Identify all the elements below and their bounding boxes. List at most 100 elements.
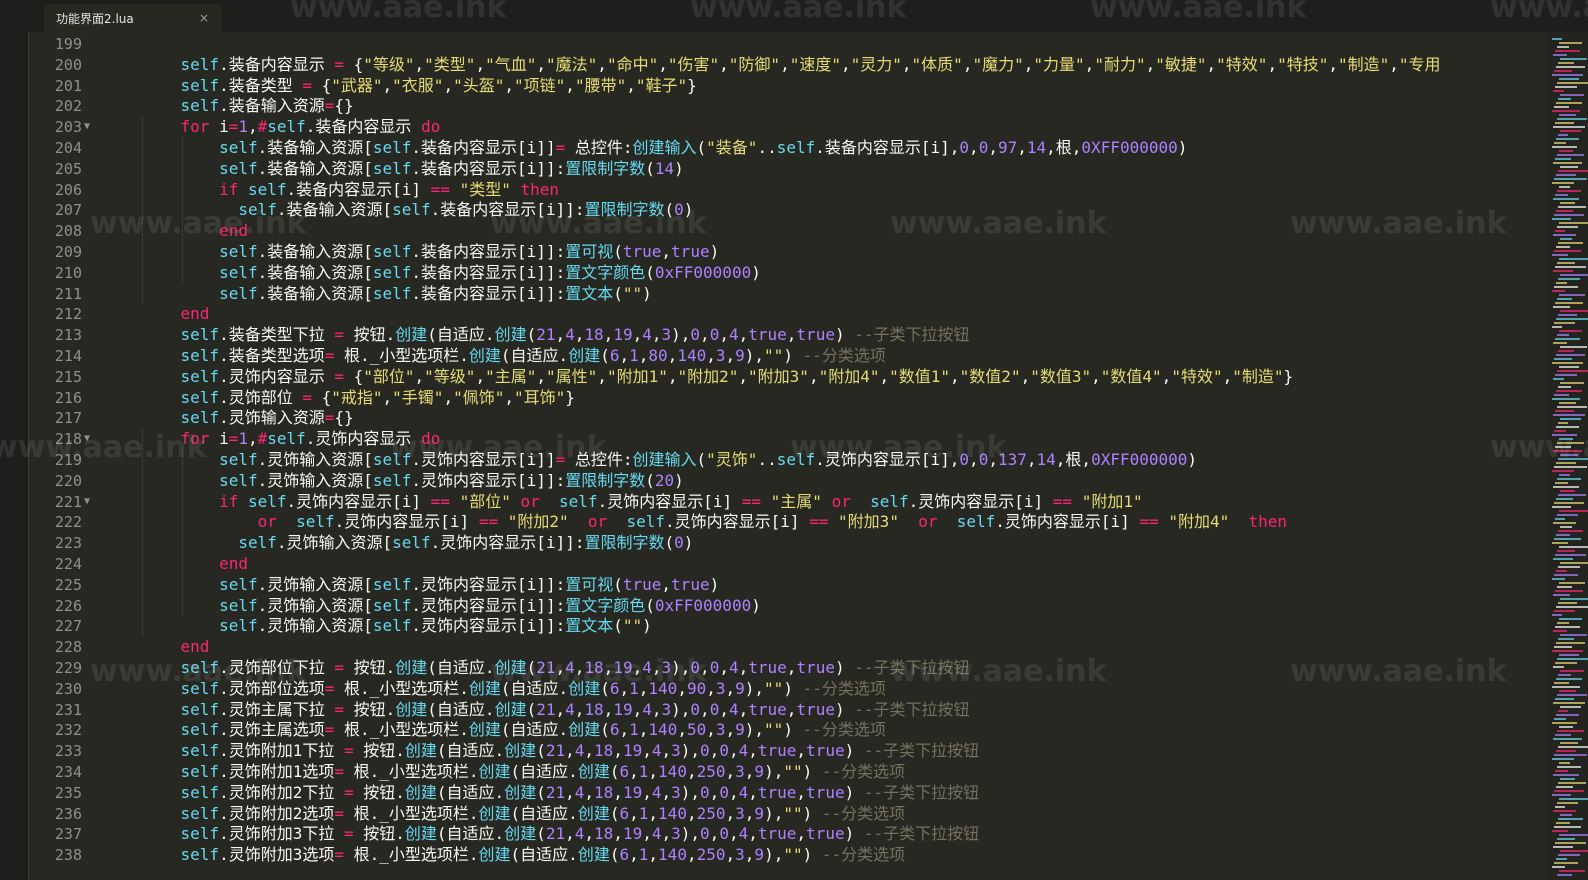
code-token: "附加1" — [606, 366, 668, 386]
line-number: 219 — [54, 451, 82, 469]
code-token: ( — [696, 138, 707, 157]
minimap-line — [1553, 54, 1567, 56]
code-token: , — [709, 782, 720, 802]
code-token: .装备内容显示 — [305, 117, 422, 137]
code-token: self — [776, 450, 816, 469]
code-token: 创建 — [404, 824, 437, 844]
code-token: "制造" — [1232, 366, 1284, 386]
minimap-line — [1558, 278, 1580, 280]
code-token: , — [536, 54, 547, 74]
close-icon[interactable]: × — [194, 11, 214, 25]
code-token: 0xFF000000 — [654, 595, 752, 615]
code-token: "灵饰" — [706, 450, 758, 469]
minimap-line — [1555, 698, 1574, 700]
minimap-line — [1552, 830, 1568, 832]
code-token: = — [228, 117, 239, 137]
code-token: self — [180, 75, 220, 95]
code-token: true — [757, 741, 797, 761]
code-token: .装备内容显示[i] — [286, 179, 431, 199]
code-token: .灵饰附加2下拉 — [219, 782, 344, 802]
code-token: , — [1023, 54, 1034, 74]
minimap-line — [1559, 834, 1588, 836]
code-token: = — [302, 75, 312, 95]
fold-arrow-icon[interactable]: ▼ — [84, 117, 94, 137]
line-number: 206 — [54, 180, 82, 199]
minimap-line — [1554, 214, 1584, 216]
code-token: , — [565, 782, 575, 802]
code-token: , — [719, 54, 729, 74]
code-editor[interactable]: 199 200 201 202 203 ▼ 204 205 206 207 208 209 210 211… — [28, 32, 1522, 880]
code-area[interactable]: self.装备内容显示 = {"等级","类型","气血","魔法","命中",… — [142, 32, 1522, 880]
minimap-line — [1556, 786, 1573, 788]
code-token: "数值2" — [959, 366, 1021, 386]
code-token: == — [809, 512, 829, 532]
minimap-line — [1555, 842, 1586, 844]
code-token: 创建输入 — [632, 138, 697, 157]
code-token: --分类选项 — [802, 678, 886, 698]
minimap-line — [1556, 822, 1570, 824]
minimap-line — [1558, 818, 1583, 820]
code-token: 根._小型选项栏. — [334, 720, 469, 740]
code-token: 9 — [735, 346, 745, 365]
code-token: , — [686, 845, 697, 865]
code-token: true — [806, 824, 845, 844]
code-token: ), — [764, 845, 784, 865]
code-token: (自适应. — [500, 720, 569, 740]
minimap-line — [1556, 426, 1579, 428]
minimap-line — [1553, 126, 1585, 128]
code-line: self.灵饰主属选项= 根._小型选项栏.创建(自适应.创建(6,1,140,… — [142, 720, 886, 740]
code-token: 9 — [754, 803, 765, 823]
code-token: 9 — [735, 678, 745, 698]
code-token: 0 — [700, 741, 710, 761]
minimap-line — [1557, 154, 1584, 156]
code-token: ( — [613, 242, 623, 261]
code-token: , — [504, 75, 515, 95]
code-token: --子类下拉按钮 — [863, 741, 980, 761]
code-token: , — [677, 678, 687, 698]
code-token: .灵饰输入资源[ — [257, 595, 373, 615]
code-token: , — [796, 741, 807, 761]
code-token: = — [302, 387, 312, 407]
code-token: , — [642, 782, 652, 802]
code-token: ) — [709, 242, 720, 261]
code-token: ( — [526, 658, 537, 677]
fold-arrow-icon[interactable]: ▼ — [84, 492, 94, 512]
minimap-line — [1559, 258, 1588, 260]
code-token: , — [414, 54, 425, 74]
code-token: true — [671, 574, 710, 594]
fold-arrow-icon[interactable]: ▼ — [84, 429, 94, 449]
minimap-line — [1560, 58, 1587, 60]
code-token: "灵力" — [850, 54, 902, 74]
code-token: true — [622, 574, 662, 594]
code-line: self.灵饰输入资源[self.灵饰内容显示[i]]= 总控件:创建输入("灵… — [142, 450, 1197, 470]
code-token: --子类下拉按钮 — [854, 658, 970, 677]
code-token: , — [603, 325, 614, 345]
code-token: { — [311, 387, 332, 407]
code-token: self — [247, 491, 287, 511]
code-token: self — [559, 491, 598, 511]
tab-active-file[interactable]: 功能界面2.lua × — [44, 4, 222, 32]
code-token: 置文字颜色 — [565, 262, 646, 282]
code-token: self — [180, 678, 220, 698]
code-token: "专用 — [1398, 54, 1441, 74]
minimap-line — [1559, 798, 1588, 800]
code-line: self.装备输入资源[self.装备内容显示[i]]= 总控件:创建输入("装… — [142, 138, 1187, 158]
code-token: , — [728, 741, 739, 761]
minimap[interactable] — [1548, 32, 1588, 880]
code-token: , — [619, 346, 630, 365]
code-token: , — [728, 782, 739, 802]
code-token: ) — [1187, 450, 1198, 469]
code-token: "气血" — [485, 54, 537, 74]
code-token: 置文本 — [565, 616, 614, 636]
code-token: .灵饰附加3下拉 — [219, 824, 344, 844]
minimap-line — [1560, 670, 1584, 672]
code-token: end — [219, 554, 248, 573]
code-token: ), — [744, 346, 765, 365]
